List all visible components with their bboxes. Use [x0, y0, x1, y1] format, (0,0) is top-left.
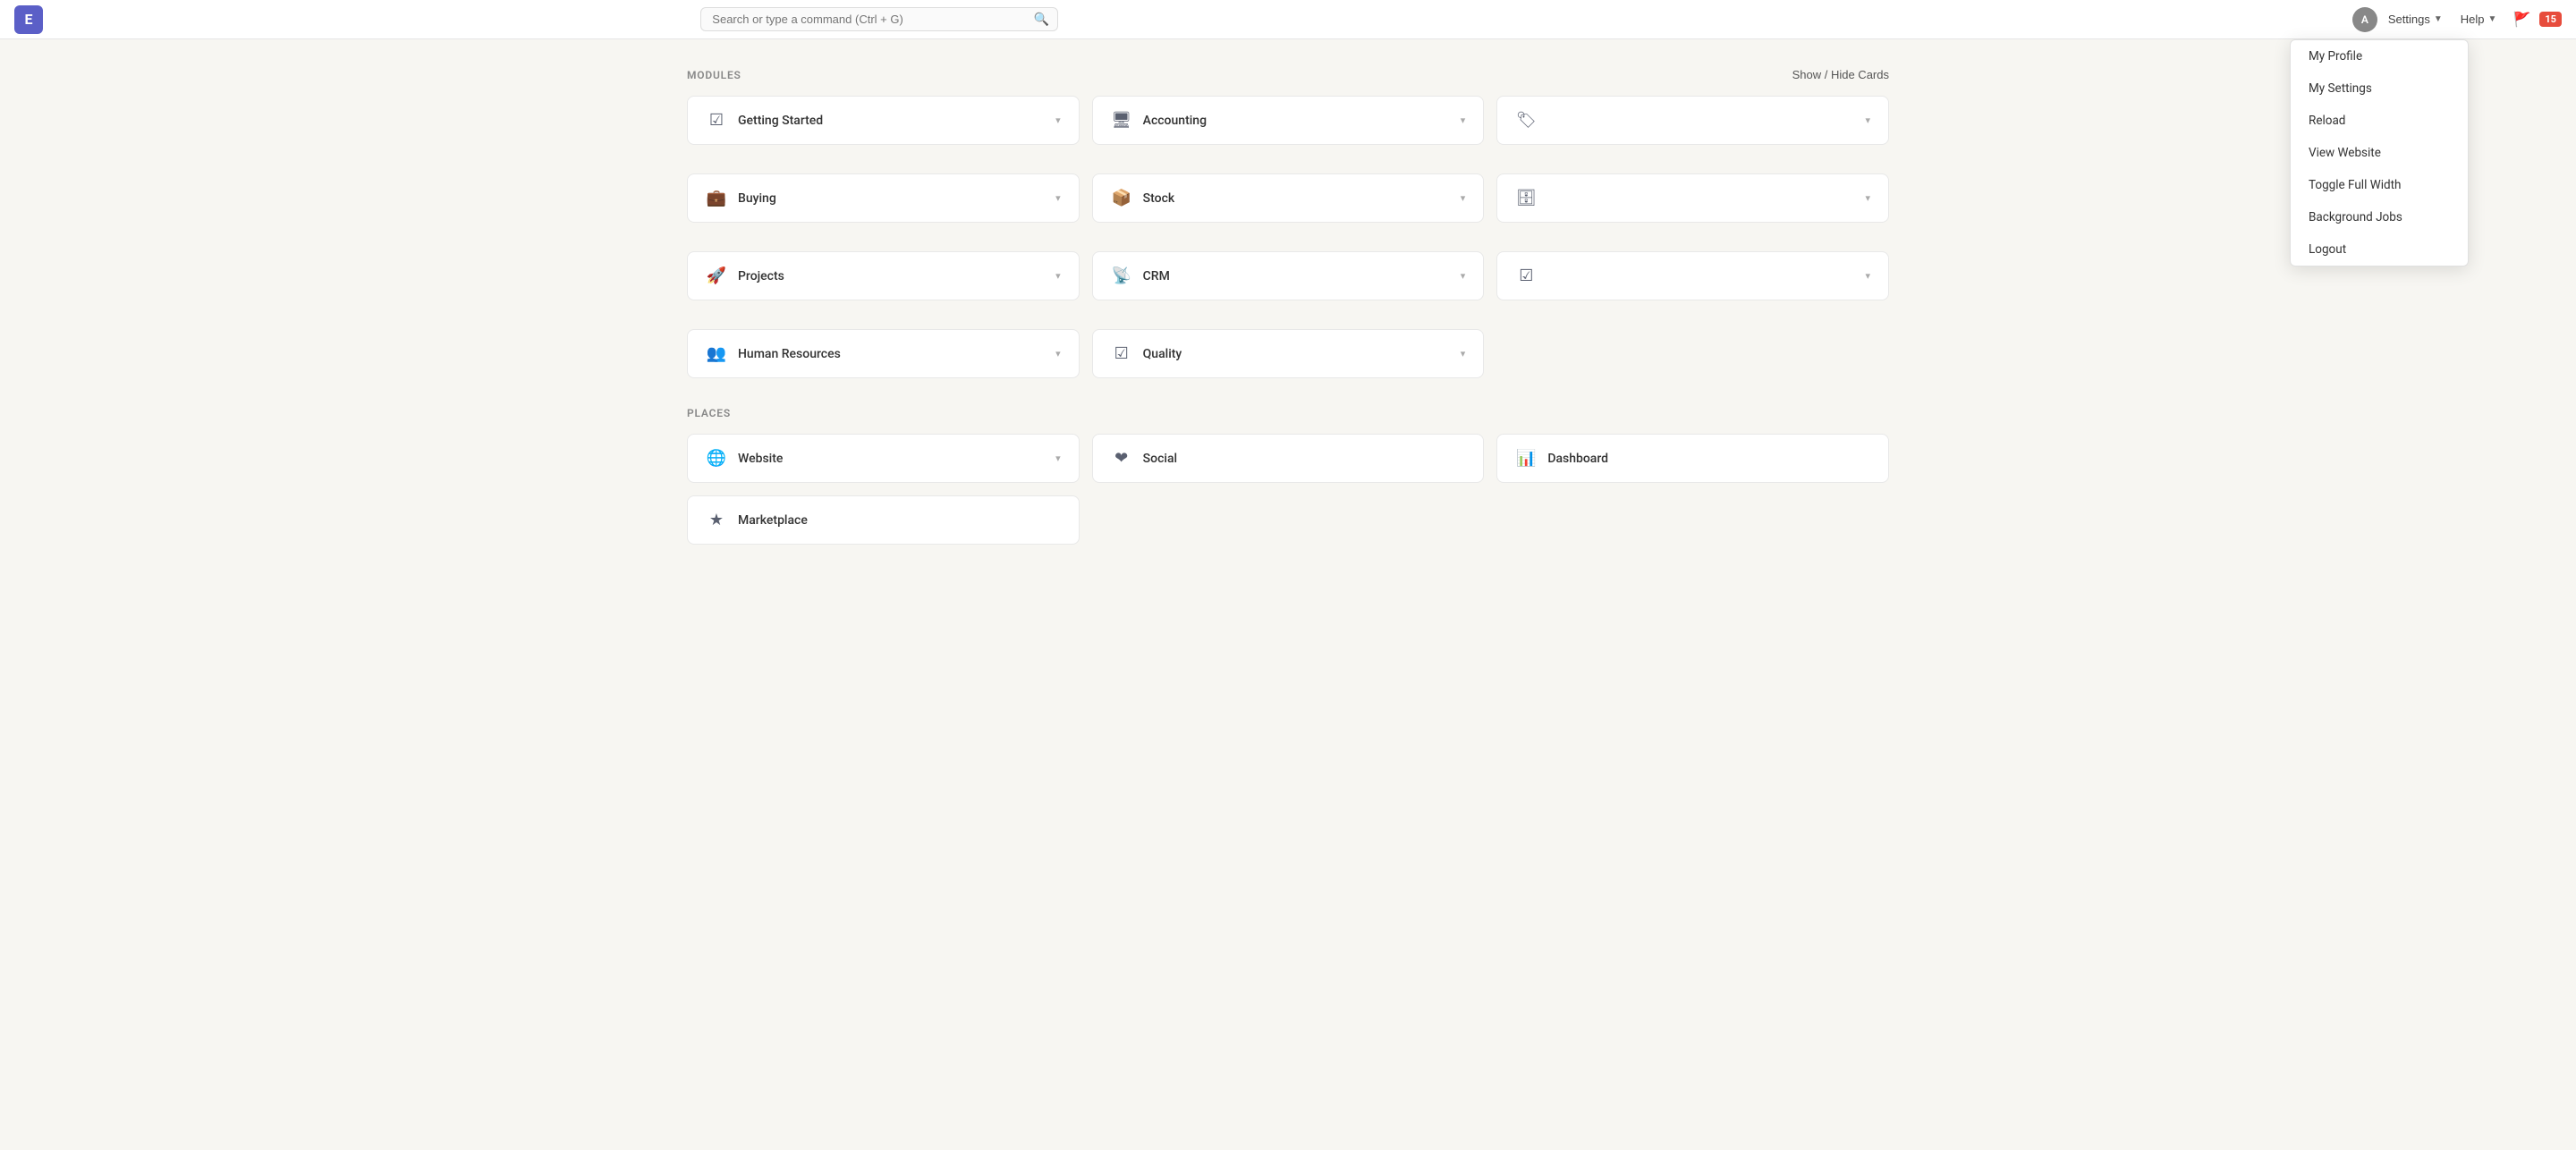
module-name-human-resources: Human Resources [738, 347, 841, 361]
chevron-down-icon: ▾ [1461, 114, 1466, 126]
accounts-icon: 🗄 [1515, 189, 1537, 207]
dropdown-item-my-settings[interactable]: My Settings [2291, 72, 2468, 105]
navbar: E 🔍 A Settings ▼ Help ▼ 🚩 15 [0, 0, 2576, 39]
show-hide-cards-button[interactable]: Show / Hide Cards [1792, 68, 1889, 81]
dashboard-icon: 📊 [1515, 449, 1537, 468]
buying-icon: 💼 [706, 189, 727, 207]
avatar: A [2352, 7, 2377, 32]
chevron-down-icon: ▾ [1865, 192, 1870, 204]
module-name-crm: CRM [1143, 269, 1170, 283]
help-button[interactable]: Help ▼ [2453, 9, 2504, 30]
accounting-icon: 🖥 [1111, 111, 1132, 130]
chevron-down-icon: ▾ [1865, 270, 1870, 282]
module-card-crm[interactable]: 📡 CRM ▾ [1092, 251, 1485, 300]
sales-icon: 🏷 [1515, 111, 1537, 130]
module-card-human-resources[interactable]: 👥 Human Resources ▾ [687, 329, 1080, 378]
main-content: MODULES Show / Hide Cards ☑ Getting Star… [644, 39, 1932, 573]
dropdown-item-logout[interactable]: Logout [2291, 233, 2468, 266]
module-card-buying[interactable]: 💼 Buying ▾ [687, 173, 1080, 223]
modules-grid-row2: 💼 Buying ▾ 📦 Stock ▾ 🗄 ▾ [687, 173, 1889, 223]
module-card-accounting[interactable]: 🖥 Accounting ▾ [1092, 96, 1485, 145]
chevron-down-icon: ▾ [1461, 348, 1466, 359]
stock-icon: 📦 [1111, 189, 1132, 207]
module-card-stock[interactable]: 📦 Stock ▾ [1092, 173, 1485, 223]
module-name-dashboard: Dashboard [1547, 452, 1608, 466]
module-card-col3-row2[interactable]: 🗄 ▾ [1496, 173, 1889, 223]
settings-label: Settings [2388, 13, 2430, 26]
module-card-quality[interactable]: ☑ Quality ▾ [1092, 329, 1485, 378]
settings-dropdown: My Profile My Settings Reload View Websi… [2290, 39, 2469, 266]
module-name-buying: Buying [738, 191, 776, 206]
website-icon: 🌐 [706, 449, 727, 468]
places-section-header: PLACES [687, 407, 1889, 419]
help-arrow-icon: ▼ [2488, 14, 2497, 24]
module-card-col3-row3[interactable]: ☑ ▾ [1496, 251, 1889, 300]
places-section-label: PLACES [687, 407, 731, 419]
module-name-social: Social [1143, 452, 1177, 466]
dropdown-item-toggle-full-width[interactable]: Toggle Full Width [2291, 169, 2468, 201]
places-grid-row1: 🌐 Website ▾ ❤ Social 📊 Dashboard [687, 434, 1889, 483]
modules-grid-row3: 🚀 Projects ▾ 📡 CRM ▾ ☑ ▾ [687, 251, 1889, 300]
modules-section-header: MODULES Show / Hide Cards [687, 68, 1889, 81]
getting-started-icon: ☑ [706, 111, 727, 130]
projects-icon: 🚀 [706, 266, 727, 285]
module-name-accounting: Accounting [1143, 114, 1207, 128]
dropdown-item-background-jobs[interactable]: Background Jobs [2291, 201, 2468, 233]
chevron-down-icon: ▾ [1055, 270, 1061, 282]
app-logo[interactable]: E [14, 5, 43, 34]
chevron-down-icon: ▾ [1461, 192, 1466, 204]
module-name-marketplace: Marketplace [738, 513, 808, 528]
chevron-down-icon: ▾ [1055, 114, 1061, 126]
settings-button[interactable]: Settings ▼ [2381, 9, 2450, 30]
module-card-dashboard[interactable]: 📊 Dashboard [1496, 434, 1889, 483]
modules-grid-row4: 👥 Human Resources ▾ ☑ Quality ▾ [687, 329, 1889, 378]
places-grid-row2: ★ Marketplace [687, 495, 1889, 545]
chevron-down-icon: ▾ [1461, 270, 1466, 282]
modules-section-label: MODULES [687, 69, 741, 81]
search-input[interactable] [700, 7, 1058, 31]
notification-badge[interactable]: 15 [2539, 12, 2562, 27]
crm-icon: 📡 [1111, 266, 1132, 285]
quality-icon: ☑ [1111, 344, 1132, 363]
chevron-down-icon: ▾ [1055, 452, 1061, 464]
help-label: Help [2461, 13, 2485, 26]
module-name-website: Website [738, 452, 783, 466]
chevron-down-icon: ▾ [1055, 348, 1061, 359]
support-icon: ☑ [1515, 266, 1537, 285]
flag-button[interactable]: 🚩 [2507, 7, 2536, 32]
module-card-social[interactable]: ❤ Social [1092, 434, 1485, 483]
module-name-stock: Stock [1143, 191, 1175, 206]
chevron-down-icon: ▾ [1055, 192, 1061, 204]
dropdown-item-view-website[interactable]: View Website [2291, 137, 2468, 169]
dropdown-item-reload[interactable]: Reload [2291, 105, 2468, 137]
modules-grid-row1: ☑ Getting Started ▾ 🖥 Accounting ▾ 🏷 ▾ [687, 96, 1889, 145]
module-card-marketplace[interactable]: ★ Marketplace [687, 495, 1080, 545]
search-icon: 🔍 [1034, 13, 1049, 27]
module-card-projects[interactable]: 🚀 Projects ▾ [687, 251, 1080, 300]
module-card-col3-row1[interactable]: 🏷 ▾ [1496, 96, 1889, 145]
social-icon: ❤ [1111, 449, 1132, 468]
search-bar: 🔍 [700, 7, 1058, 31]
module-name-quality: Quality [1143, 347, 1182, 361]
module-name-getting-started: Getting Started [738, 114, 823, 128]
marketplace-icon: ★ [706, 511, 727, 529]
human-resources-icon: 👥 [706, 344, 727, 363]
module-card-website[interactable]: 🌐 Website ▾ [687, 434, 1080, 483]
module-card-getting-started[interactable]: ☑ Getting Started ▾ [687, 96, 1080, 145]
chevron-down-icon: ▾ [1865, 114, 1870, 126]
module-name-projects: Projects [738, 269, 784, 283]
navbar-right: A Settings ▼ Help ▼ 🚩 15 [2352, 7, 2562, 32]
settings-arrow-icon: ▼ [2434, 14, 2443, 24]
dropdown-item-my-profile[interactable]: My Profile [2291, 40, 2468, 72]
